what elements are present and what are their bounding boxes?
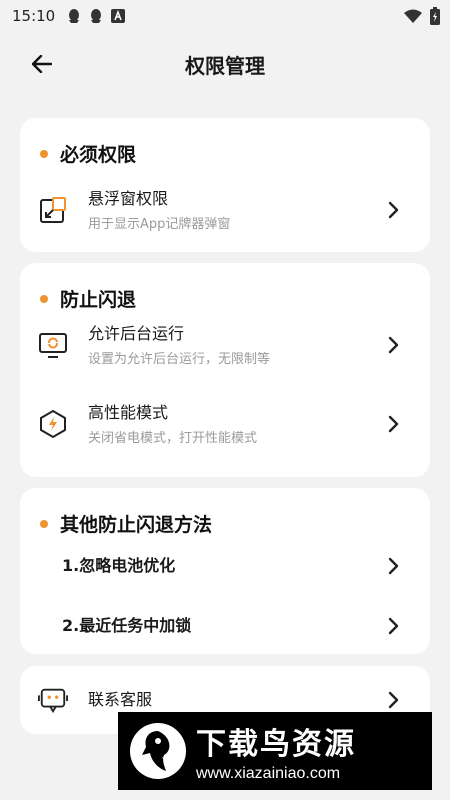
- bird-logo-icon: [126, 719, 190, 783]
- row-subtitle: 用于显示App记牌器弹窗: [88, 216, 231, 232]
- floating-window-permission-row[interactable]: 悬浮窗权限 用于显示App记牌器弹窗: [20, 180, 430, 240]
- accent-dot: [40, 149, 48, 158]
- qq-icon: [91, 9, 102, 23]
- watermark-title: 下载鸟资源: [196, 727, 356, 762]
- chat-bubble-icon: [38, 685, 68, 715]
- accent-dot: [40, 294, 48, 303]
- section-title: 防止闪退: [40, 285, 136, 312]
- section-title-text: 必须权限: [60, 144, 137, 166]
- back-button[interactable]: [30, 52, 54, 76]
- row-subtitle: 关闭省电模式，打开性能模式: [88, 430, 258, 446]
- section-title-text: 防止闪退: [60, 289, 137, 311]
- row-label: 2.最近任务中加锁: [62, 616, 192, 635]
- allow-background-row[interactable]: 允许后台运行 设置为允许后台运行，无限制等: [20, 315, 430, 375]
- section-title: 必须权限: [40, 140, 136, 167]
- page-title: 权限管理: [185, 53, 265, 78]
- anti-exit-card: 防止闪退 允许后台运行 设置为允许后台运行，无限制等 高性能模式 关闭省电模式，…: [20, 263, 430, 477]
- a-badge-icon: [111, 9, 126, 23]
- ignore-battery-optimization-row[interactable]: 1.忽略电池优化: [20, 536, 430, 596]
- watermark-url: www.xiazainiao.com: [196, 765, 341, 782]
- other-methods-card: 其他防止闪退方法 1.忽略电池优化 2.最近任务中加锁: [20, 488, 430, 654]
- section-title-text: 其他防止闪退方法: [60, 514, 213, 536]
- wifi-icon: [404, 9, 422, 23]
- required-permissions-card: 必须权限 悬浮窗权限 用于显示App记牌器弹窗: [20, 118, 430, 252]
- row-label: 高性能模式: [88, 402, 169, 422]
- chevron-right-icon: [388, 335, 402, 355]
- app-header: 权限管理: [0, 32, 450, 96]
- row-label: 允许后台运行: [88, 323, 185, 343]
- chevron-right-icon: [388, 200, 402, 220]
- row-label: 联系客服: [88, 690, 153, 709]
- section-title: 其他防止闪退方法: [40, 510, 212, 537]
- high-performance-row[interactable]: 高性能模式 关闭省电模式，打开性能模式: [20, 394, 430, 454]
- status-bar: 15:10: [0, 0, 450, 32]
- chevron-right-icon: [388, 414, 402, 434]
- chevron-right-icon: [388, 690, 402, 710]
- lock-in-recent-tasks-row[interactable]: 2.最近任务中加锁: [20, 596, 430, 656]
- monitor-refresh-icon: [38, 330, 68, 360]
- status-time: 15:10: [12, 7, 56, 25]
- chevron-right-icon: [388, 616, 402, 636]
- row-label: 悬浮窗权限: [88, 188, 169, 208]
- chevron-right-icon: [388, 556, 402, 576]
- qq-icon: [69, 9, 80, 23]
- floating-window-icon: [38, 195, 68, 225]
- accent-dot: [40, 519, 48, 528]
- row-label: 1.忽略电池优化: [62, 556, 176, 575]
- lightning-hex-icon: [38, 409, 68, 439]
- watermark-banner: 下载鸟资源 www.xiazainiao.com: [118, 712, 432, 790]
- battery-icon: [430, 7, 440, 25]
- arrow-left-icon: [32, 55, 52, 73]
- row-subtitle: 设置为允许后台运行，无限制等: [88, 351, 271, 367]
